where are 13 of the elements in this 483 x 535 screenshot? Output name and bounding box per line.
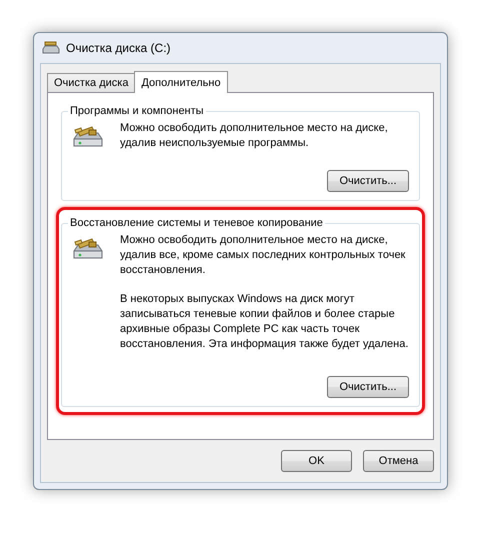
disk-cleanup-icon	[42, 41, 60, 55]
window-title: Очистка диска (C:)	[66, 41, 171, 55]
cancel-button[interactable]: Отмена	[363, 450, 434, 472]
description-text: Можно освободить дополнительное место на диске, удалив неиспользуемые программы.	[120, 121, 388, 151]
ok-button[interactable]: OK	[281, 450, 352, 472]
group-title: Восстановление системы и теневое копирование	[69, 217, 324, 229]
description-text: В некоторых выпусках Windows на диск могут записываться теневые копии файлов и более старые архивные образы Complete PC как часть точек восстановления. Эта информация также будет удалена.	[120, 292, 408, 352]
group-title: Программы и компоненты	[69, 105, 205, 117]
tab[interactable]: Очистка диска	[47, 73, 136, 92]
clean-button[interactable]: Очистить...	[327, 170, 409, 192]
tab[interactable]: Дополнительно	[134, 71, 228, 93]
description-text: Можно освободить дополнительное место на диске, удалив все, кроме самых последних контрольных точек восстановления.	[120, 233, 406, 278]
clean-button[interactable]: Очистить...	[327, 376, 409, 398]
